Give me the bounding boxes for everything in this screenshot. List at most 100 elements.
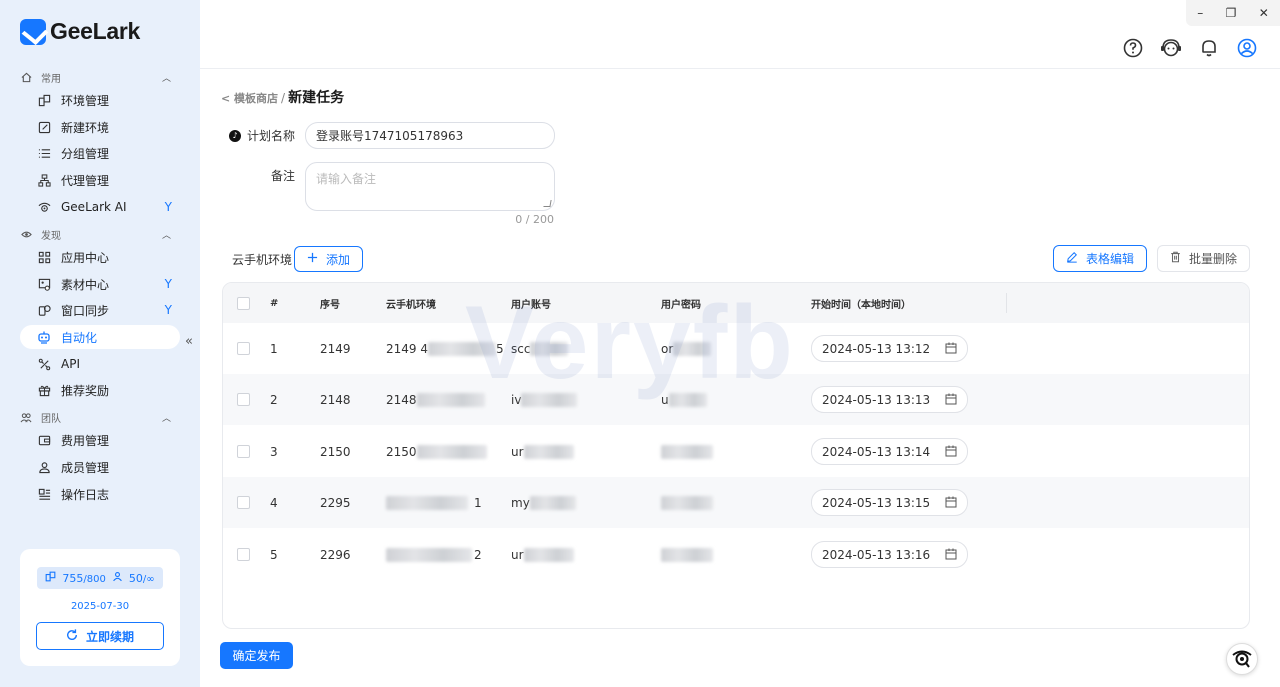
sidebar-item-materials[interactable]: 素材中心 Y (20, 272, 180, 296)
row-checkbox[interactable] (237, 342, 250, 355)
app-name: GeeLark (50, 18, 140, 44)
sidebar-item-members[interactable]: 成员管理 (20, 455, 180, 479)
password-visible-text: u (661, 392, 669, 407)
minimize-icon[interactable]: – (1197, 6, 1203, 20)
table-row[interactable]: 2 2148 2148 iv u 2024-05-13 13:13 (223, 374, 1249, 425)
row-password: u (661, 374, 707, 425)
start-time-picker[interactable]: 2024-05-13 13:16 (811, 541, 968, 568)
header-actions (1122, 37, 1258, 59)
sidebar-item-groups[interactable]: 分组管理 (20, 141, 180, 165)
column-header-start-time: 开始时间（本地时间） (811, 299, 911, 311)
chevron-up-icon[interactable]: ︿ (162, 71, 171, 84)
profile-icon[interactable] (1236, 37, 1258, 59)
renew-button[interactable]: 立即续期 (36, 622, 164, 650)
section-discover[interactable]: 发现 ︿ (20, 227, 175, 242)
sidebar-item-label: 成员管理 (61, 460, 110, 475)
start-time-picker[interactable]: 2024-05-13 13:14 (811, 438, 968, 465)
account-visible-text: ur (511, 444, 524, 459)
sidebar-item-window-sync[interactable]: 窗口同步 Y (20, 298, 180, 322)
members-used: 50 (128, 571, 143, 585)
sidebar-item-geelark-ai[interactable]: GeeLark AI Y (20, 195, 180, 219)
column-divider (1006, 293, 1007, 313)
sidebar-item-label: 费用管理 (61, 433, 110, 448)
sidebar-item-new-environment[interactable]: 新建环境 (20, 115, 180, 139)
close-icon[interactable]: ✕ (1259, 6, 1269, 20)
chevron-up-icon[interactable]: ︿ (162, 228, 171, 241)
geelark-logo[interactable]: GeeLark (20, 18, 140, 45)
sidebar-item-billing[interactable]: 费用管理 (20, 428, 180, 452)
row-password: or (661, 323, 712, 374)
sidebar-item-environments[interactable]: 环境管理 (20, 88, 180, 112)
table-row[interactable]: 4 2295 1 my 2024-05-13 13:15 (223, 477, 1249, 528)
sidebar-item-operation-log[interactable]: 操作日志 (20, 482, 180, 506)
row-index: 1 (270, 341, 278, 356)
row-seq: 2150 (320, 444, 351, 459)
sidebar-item-api[interactable]: API (20, 352, 180, 376)
proxy-icon (37, 173, 51, 187)
account-card: 755/800 50/∞ 2025-07-30 立即续期 (20, 549, 180, 666)
start-time-picker[interactable]: 2024-05-13 13:15 (811, 489, 968, 516)
start-time-picker[interactable]: 2024-05-13 13:13 (811, 386, 968, 413)
section-team[interactable]: 团队 ︿ (20, 410, 175, 425)
redacted-text (661, 495, 713, 510)
breadcrumb-template-store[interactable]: < 模板商店 (221, 90, 278, 106)
sidebar-item-label: 新建环境 (61, 120, 110, 135)
redacted-text (523, 547, 574, 562)
sidebar-item-automation[interactable]: 自动化 (20, 325, 180, 349)
collapse-sidebar-icon[interactable]: « (185, 334, 193, 349)
help-icon[interactable] (1122, 37, 1144, 59)
table-row[interactable]: 3 2150 2150 ur 2024-05-13 13:14 (223, 426, 1249, 477)
row-account: scc (511, 323, 569, 374)
redacted-text (673, 341, 712, 356)
refresh-icon (66, 628, 78, 644)
customer-service-icon[interactable] (1160, 37, 1182, 59)
row-checkbox[interactable] (237, 548, 250, 561)
api-icon (37, 357, 51, 371)
select-all-checkbox[interactable] (237, 296, 250, 310)
calendar-icon (945, 342, 957, 357)
sidebar-item-proxies[interactable]: 代理管理 (20, 168, 180, 192)
redacted-text (428, 341, 496, 356)
devices-total: /800 (83, 573, 106, 585)
start-time-picker[interactable]: 2024-05-13 13:12 (811, 335, 968, 362)
geelark-logo-icon (20, 18, 46, 45)
column-header-password: 用户密码 (661, 299, 701, 311)
devices-used: 755 (62, 571, 84, 585)
table-row[interactable]: 5 2296 2 ur 2024-05-13 13:16 (223, 529, 1249, 580)
materials-icon (37, 277, 51, 291)
row-account: my (511, 477, 576, 528)
tiktok-icon: ♪ (229, 129, 241, 142)
home-icon (20, 72, 32, 84)
row-select-cell (237, 323, 250, 374)
row-index: 5 (270, 547, 278, 562)
note-textarea[interactable]: 请输入备注 (305, 162, 555, 211)
user-icon (37, 460, 51, 474)
restore-icon[interactable]: ❐ (1226, 6, 1237, 20)
edit-table-button[interactable]: 表格编辑 (1053, 245, 1147, 272)
add-environment-button[interactable]: 添加 (294, 246, 363, 272)
plan-name-input[interactable]: 登录账号1747105178963 (305, 122, 555, 149)
redacted-text (386, 547, 472, 562)
account-visible-text: scc (511, 341, 531, 356)
section-label: 常用 (41, 74, 61, 85)
chevron-up-icon[interactable]: ︿ (162, 411, 171, 424)
publish-button[interactable]: 确定发布 (220, 642, 293, 669)
table-row[interactable]: 1 2149 2149 4 5 scc or 2024-05-13 13:12 (223, 323, 1249, 374)
batch-delete-button[interactable]: 批量删除 (1157, 245, 1250, 272)
bell-icon[interactable] (1198, 37, 1220, 59)
sidebar-item-referral[interactable]: 推荐奖励 (20, 378, 180, 402)
sidebar-item-app-center[interactable]: 应用中心 (20, 245, 180, 269)
usage-stats[interactable]: 755/800 50/∞ (37, 567, 163, 589)
row-checkbox[interactable] (237, 445, 250, 458)
environment-icon (37, 93, 51, 107)
row-checkbox[interactable] (237, 496, 250, 509)
row-index: 4 (270, 495, 278, 510)
row-index: 2 (270, 392, 278, 407)
note-char-counter: 0 / 200 (515, 213, 554, 226)
ai-assistant-button[interactable] (1226, 643, 1258, 675)
sidebar-item-label: 推荐奖励 (61, 383, 110, 398)
section-common[interactable]: 常用 ︿ (20, 70, 175, 85)
members-total: /∞ (142, 573, 155, 585)
row-checkbox[interactable] (237, 393, 250, 406)
sidebar-item-label: 代理管理 (61, 173, 110, 188)
